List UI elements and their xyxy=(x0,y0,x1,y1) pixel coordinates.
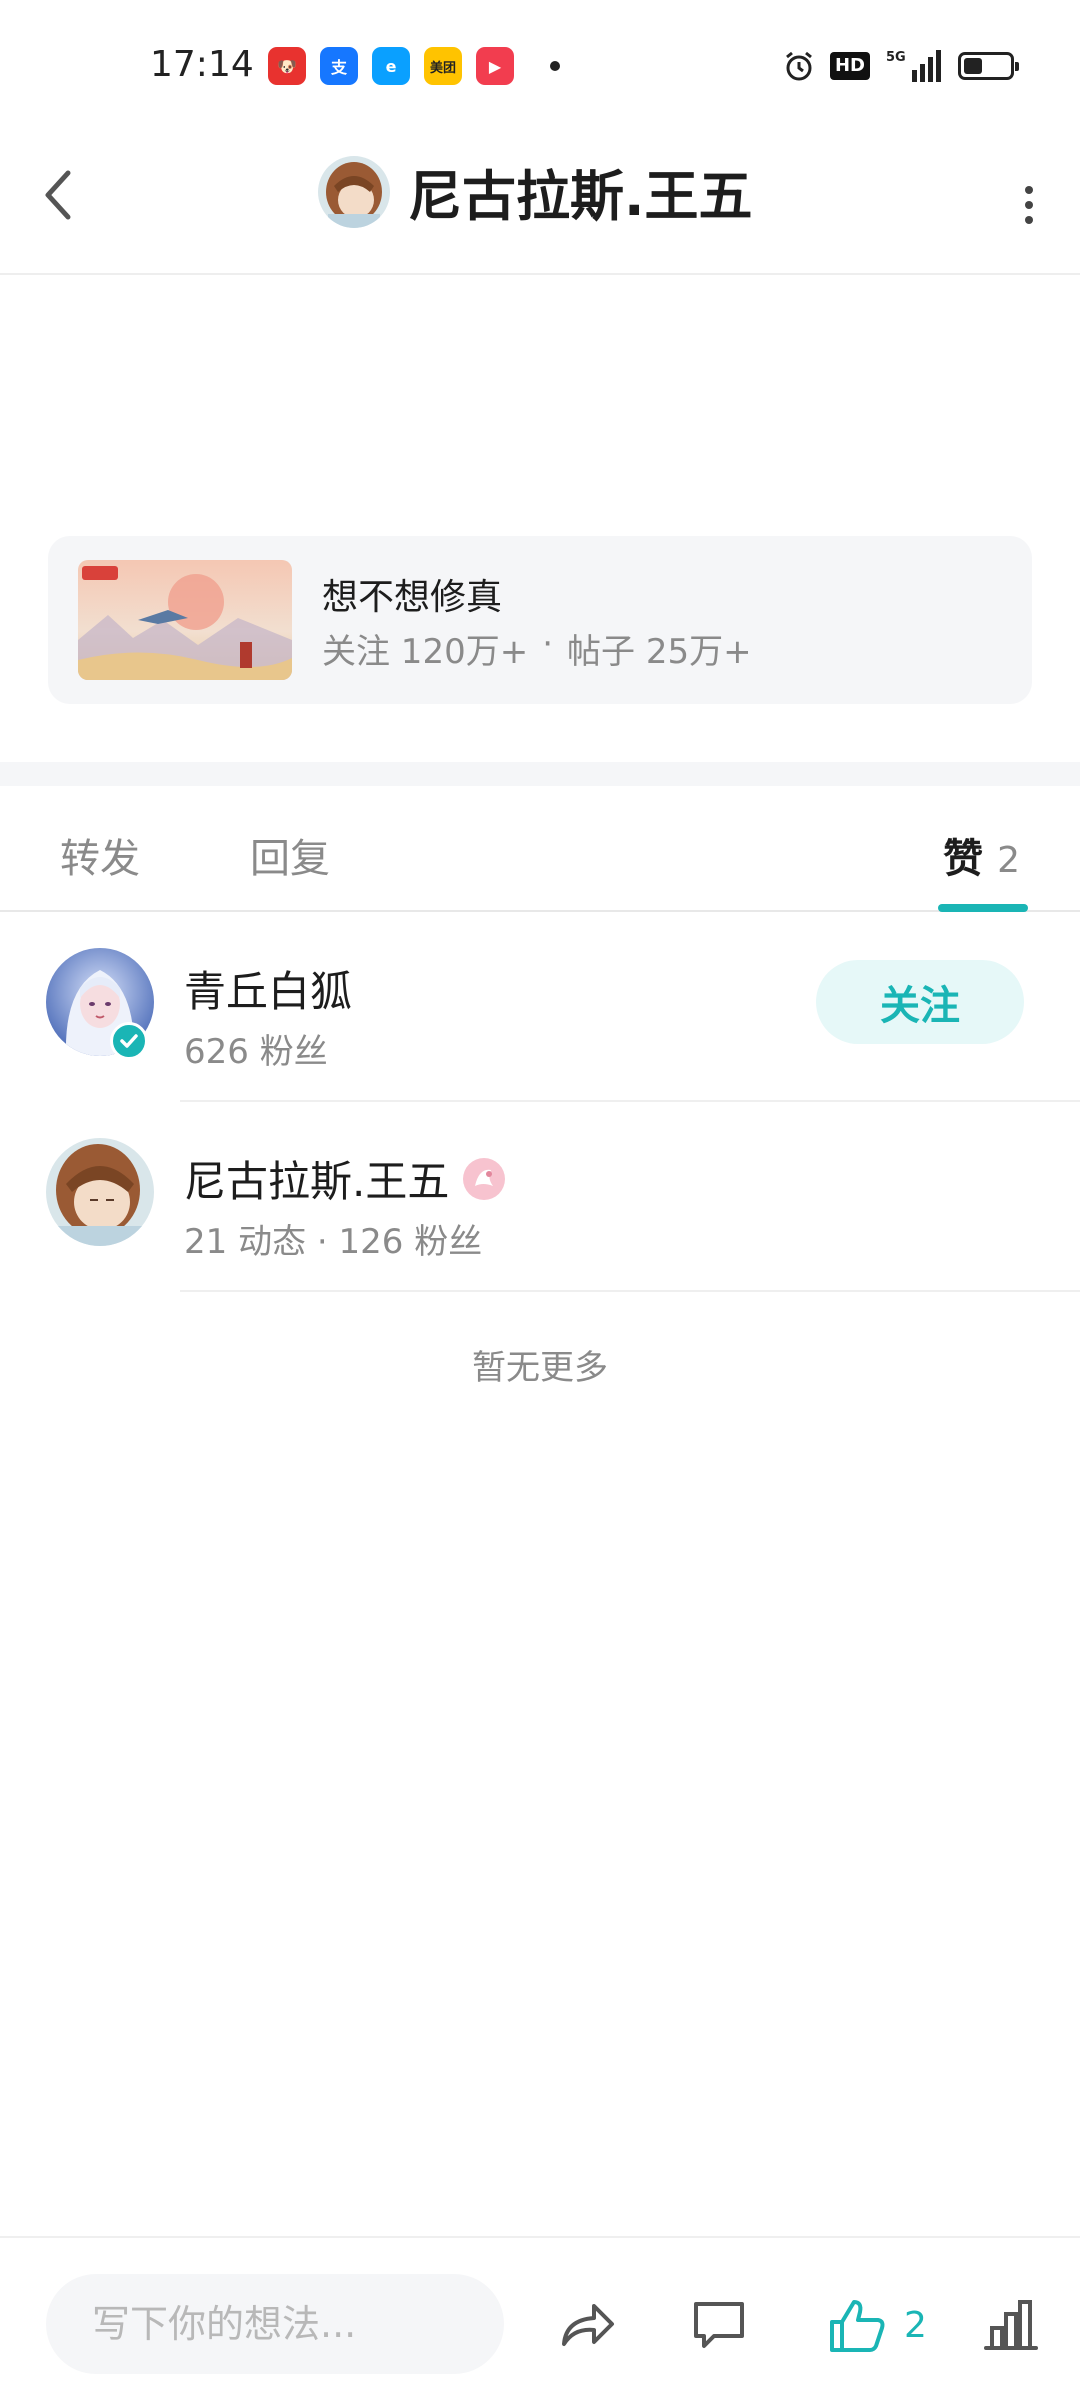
user-stats: 21 动态 · 126 粉丝 xyxy=(184,1222,483,1262)
stats-button[interactable] xyxy=(980,2294,1042,2356)
more-options-button[interactable] xyxy=(1014,170,1044,240)
system-indicators: HD 5G xyxy=(782,48,1019,84)
stat-separator: · xyxy=(542,624,554,664)
forum-name: 想不想修真 xyxy=(322,577,503,618)
user-stats: 626 粉丝 xyxy=(184,1032,328,1072)
forum-stats: 关注 120万+ · 帖子 25万+ xyxy=(322,624,752,673)
divider xyxy=(180,1290,1080,1292)
comment-input[interactable] xyxy=(46,2274,504,2374)
status-bar: 17:14 🐶 支 e 美团 ▶ HD 5G xyxy=(0,0,1080,130)
page-title: 尼古拉斯.王五 xyxy=(408,165,753,228)
list-item[interactable]: 青丘白狐 626 粉丝 关注 xyxy=(0,912,1080,1102)
video-app-icon: ▶ xyxy=(476,47,514,85)
bar-chart-icon xyxy=(984,2300,1038,2350)
post-author[interactable]: 尼古拉斯.王五 xyxy=(318,152,753,231)
back-button[interactable] xyxy=(40,155,100,235)
meituan-app-icon: 美团 xyxy=(424,47,462,85)
thumbs-up-icon xyxy=(830,2300,885,2352)
eleme-app-icon: e xyxy=(372,47,410,85)
interaction-tabs: 转发 回复 赞 2 xyxy=(0,786,1080,912)
more-notifications-dot xyxy=(550,61,560,71)
section-divider xyxy=(0,762,1080,786)
status-time: 17:14 xyxy=(150,44,254,85)
svg-text:5G: 5G xyxy=(886,50,906,65)
forum-post-count: 帖子 25万+ xyxy=(567,632,752,672)
share-button[interactable] xyxy=(556,2294,618,2356)
signal-icon: 5G xyxy=(886,50,941,82)
avatar[interactable] xyxy=(318,155,390,228)
notification-icons: 🐶 支 e 美团 ▶ xyxy=(268,47,514,85)
chevron-left-icon xyxy=(45,170,71,220)
tab-forward[interactable]: 转发 xyxy=(60,826,140,884)
like-button[interactable]: 2 xyxy=(826,2294,927,2356)
comment-button[interactable] xyxy=(688,2294,750,2356)
verified-badge-icon xyxy=(110,1022,148,1060)
user-name: 青丘白狐 xyxy=(184,967,353,1016)
more-icon xyxy=(1025,186,1033,194)
alipay-app-icon: 支 xyxy=(320,47,358,85)
level-badge-icon xyxy=(463,1157,506,1200)
jd-app-icon: 🐶 xyxy=(268,47,306,85)
forum-follow-count: 关注 120万+ xyxy=(322,632,529,672)
bottom-action-bar: 2 xyxy=(0,2236,1080,2400)
hd-badge: HD xyxy=(829,52,870,80)
like-count: 2 xyxy=(904,2304,927,2346)
comment-icon xyxy=(694,2302,744,2348)
tab-like-label: 赞 xyxy=(943,836,984,882)
battery-icon xyxy=(958,52,1019,80)
forum-thumbnail xyxy=(78,560,292,680)
share-icon xyxy=(562,2304,614,2346)
alarm-icon xyxy=(786,51,812,81)
active-tab-indicator xyxy=(938,904,1028,912)
user-name: 尼古拉斯.王五 xyxy=(184,1148,507,1209)
avatar[interactable] xyxy=(46,1138,154,1246)
top-nav: 尼古拉斯.王五 xyxy=(0,130,1080,275)
tab-like-count: 2 xyxy=(997,840,1020,881)
forum-card[interactable]: 想不想修真 关注 120万+ · 帖子 25万+ xyxy=(48,536,1032,704)
tab-like[interactable]: 赞 2 xyxy=(943,826,1020,884)
list-item[interactable]: 尼古拉斯.王五 21 动态 · 126 粉丝 xyxy=(0,1102,1080,1292)
tab-reply[interactable]: 回复 xyxy=(250,826,330,884)
follow-button[interactable]: 关注 xyxy=(816,960,1024,1044)
list-end-text: 暂无更多 xyxy=(472,1348,608,1388)
